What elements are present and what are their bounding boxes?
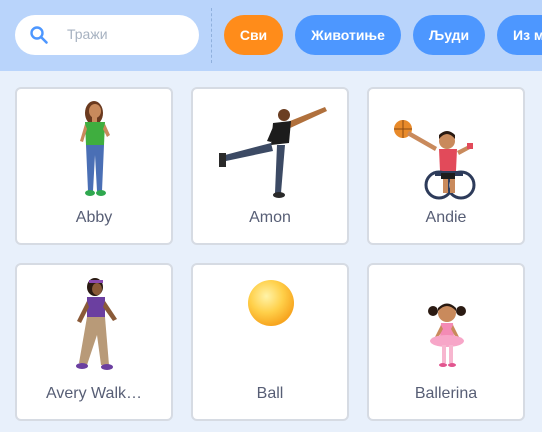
- sprite-name: Abby: [75, 209, 113, 226]
- sprite-tile-ballerina[interactable]: Ballerina: [367, 263, 525, 421]
- wheelchair-basketball-player-icon: [394, 120, 476, 200]
- sprite-name: Andie: [425, 209, 467, 226]
- filter-chip-people[interactable]: Људи: [413, 15, 485, 55]
- filter-chip-all[interactable]: Сви: [224, 15, 283, 55]
- girl-walking-icon: [76, 278, 117, 370]
- search-input[interactable]: Тражи: [67, 26, 108, 42]
- ballerina-icon: [428, 303, 466, 367]
- sprite-library-grid: Abby Amon Andie Avery Walk… Ball Balleri…: [0, 71, 542, 432]
- search-box[interactable]: Тражи: [15, 15, 199, 55]
- divider: [211, 8, 212, 63]
- man-balancing-icon: [219, 107, 327, 198]
- filter-chip-animals[interactable]: Животиње: [295, 15, 401, 55]
- sprite-name: Ball: [256, 385, 284, 402]
- sprite-tile-amon[interactable]: Amon: [191, 87, 349, 245]
- search-icon: [30, 26, 48, 44]
- girl-standing-icon: [80, 101, 110, 196]
- filter-chip-fantasy[interactable]: Из м: [497, 15, 542, 55]
- sprite-tile-andie[interactable]: Andie: [367, 87, 525, 245]
- sprite-name: Avery Walk…: [45, 385, 142, 402]
- sprite-tile-avery-walking[interactable]: Avery Walk…: [15, 263, 173, 421]
- sprite-tile-ball[interactable]: Ball: [191, 263, 349, 421]
- sprite-name: Amon: [249, 209, 291, 226]
- sprite-tile-abby[interactable]: Abby: [15, 87, 173, 245]
- filter-bar: Тражи Сви Животиње Људи Из м: [0, 0, 542, 71]
- ball-icon: [248, 280, 294, 326]
- sprite-name: Ballerina: [414, 385, 478, 402]
